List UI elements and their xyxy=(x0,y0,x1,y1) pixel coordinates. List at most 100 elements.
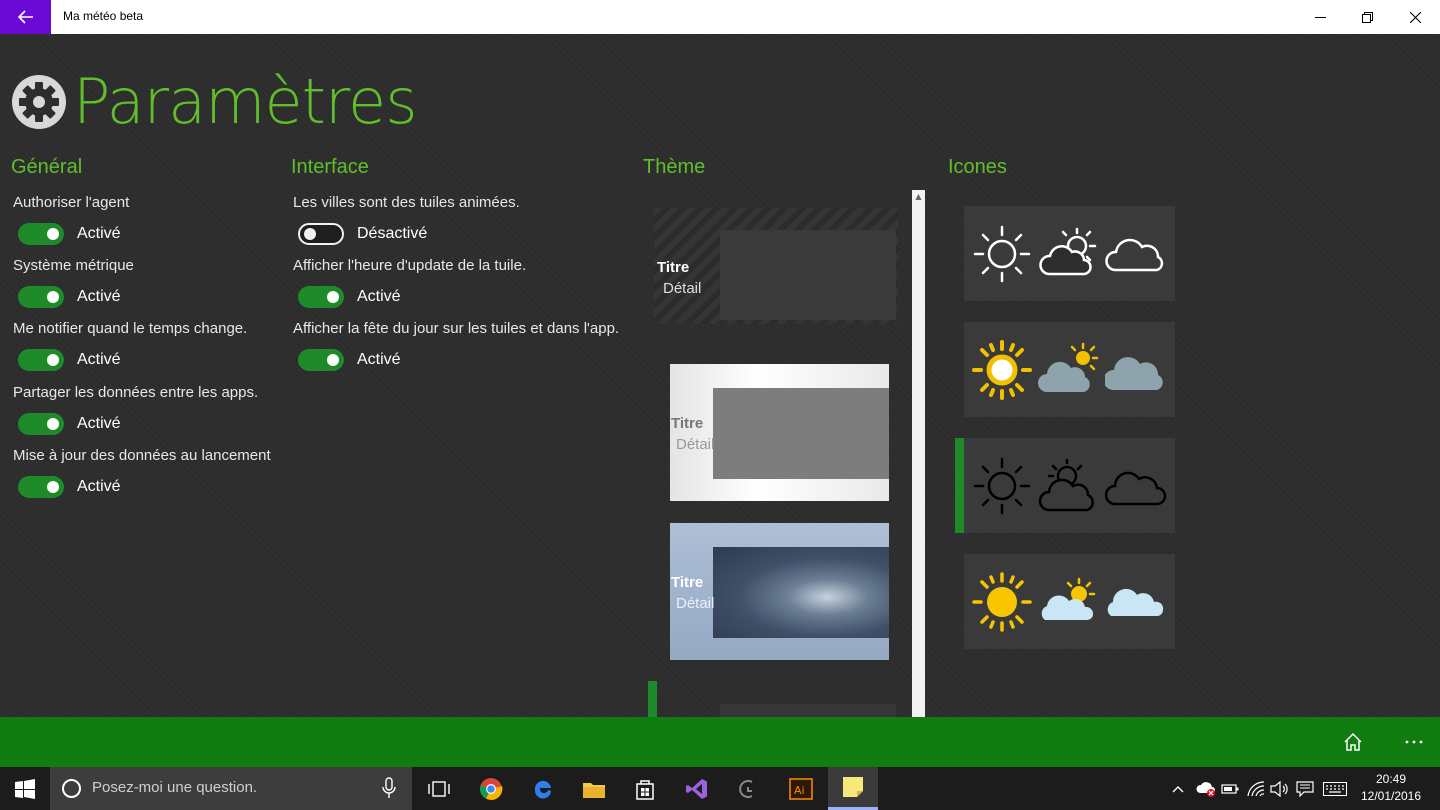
toggle-switch[interactable] xyxy=(298,349,344,371)
illustrator-taskbar-button[interactable]: Ai xyxy=(776,767,826,810)
more-button[interactable] xyxy=(1394,717,1434,767)
home-button[interactable] xyxy=(1333,717,1373,767)
close-icon xyxy=(1409,11,1421,23)
cloud-error-icon xyxy=(1196,781,1215,797)
sun-icon xyxy=(973,225,1031,282)
partly-cloudy-icon xyxy=(1039,227,1097,275)
setting-label-feast-day: Afficher la fête du jour sur les tuiles … xyxy=(293,320,620,337)
touch-keyboard-button[interactable] xyxy=(1320,767,1350,810)
chrome-taskbar-button[interactable] xyxy=(466,767,516,810)
svg-text:Ai: Ai xyxy=(794,784,805,797)
task-view-icon xyxy=(428,780,450,797)
toggle-state-text: Activé xyxy=(77,478,121,495)
store-icon xyxy=(636,779,654,800)
theme-preview-image xyxy=(713,547,889,638)
clock-time: 20:49 xyxy=(1375,772,1407,786)
visual-studio-taskbar-button[interactable] xyxy=(672,767,722,810)
toggle-update[interactable]: Activé xyxy=(18,476,121,498)
sticky-note-icon xyxy=(843,777,863,797)
toggle-animated-tiles[interactable]: Désactivé xyxy=(298,223,427,245)
toggle-switch[interactable] xyxy=(298,223,344,245)
sun-icon xyxy=(973,457,1031,514)
toggle-switch[interactable] xyxy=(298,286,344,308)
minimize-icon xyxy=(1314,16,1326,18)
icon-set-selected-indicator xyxy=(955,438,964,533)
edge-icon xyxy=(534,780,551,799)
clock-date: 12/01/2016 xyxy=(1360,789,1422,803)
theme-scrollbar[interactable]: ▲ xyxy=(912,190,925,717)
partly-cloudy-icon xyxy=(1038,342,1099,392)
toggle-share[interactable]: Activé xyxy=(18,413,121,435)
network-status-button[interactable] xyxy=(1193,767,1219,810)
toggle-state-text: Désactivé xyxy=(357,225,428,242)
gear-icon xyxy=(12,75,66,129)
theme-option-light[interactable]: Titre Détail xyxy=(670,364,889,501)
setting-label-update-time: Afficher l'heure d'update de la tuile. xyxy=(293,257,527,274)
toggle-agent[interactable]: Activé xyxy=(18,223,121,245)
theme-option-dark[interactable]: Titre Détail xyxy=(654,208,898,324)
sun-icon xyxy=(971,339,1032,400)
selection-indicator xyxy=(648,681,657,717)
toggle-switch[interactable] xyxy=(18,286,64,308)
battery-button[interactable] xyxy=(1219,767,1241,810)
microphone-icon[interactable] xyxy=(382,777,396,799)
theme-option-next[interactable] xyxy=(720,704,896,717)
icon-set-color-flat[interactable] xyxy=(964,322,1175,417)
wifi-button[interactable] xyxy=(1244,767,1268,810)
store-taskbar-button[interactable] xyxy=(620,767,670,810)
back-arrow-icon xyxy=(17,10,33,24)
icon-set-outline-black[interactable] xyxy=(964,438,1175,533)
toggle-switch[interactable] xyxy=(18,476,64,498)
keyboard-icon xyxy=(1323,781,1347,796)
partly-cloudy-icon xyxy=(1039,458,1095,511)
toggle-notify[interactable]: Activé xyxy=(18,349,121,371)
volume-button[interactable] xyxy=(1268,767,1292,810)
action-center-button[interactable] xyxy=(1293,767,1317,810)
edge-taskbar-button[interactable] xyxy=(518,767,568,810)
task-view-button[interactable] xyxy=(414,767,464,810)
section-title-theme: Thème xyxy=(643,156,706,178)
setting-label-update: Mise à jour des données au lancement xyxy=(13,447,271,464)
start-button[interactable] xyxy=(0,767,50,810)
theme-detail: Détail xyxy=(663,280,702,297)
theme-detail: Détail xyxy=(676,595,715,612)
search-box[interactable]: Posez-moi une question. xyxy=(50,767,412,810)
toggle-switch[interactable] xyxy=(18,349,64,371)
cloud-icon xyxy=(1105,238,1164,271)
icon-set-color-light[interactable] xyxy=(964,554,1175,649)
theme-title: Titre xyxy=(657,259,690,276)
visual-studio-icon xyxy=(686,778,707,799)
setting-label-notify: Me notifier quand le temps change. xyxy=(13,320,248,337)
toggle-state-text: Activé xyxy=(77,288,121,305)
cloud-icon xyxy=(1107,588,1164,616)
file-explorer-taskbar-button[interactable] xyxy=(569,767,619,810)
minimize-button[interactable] xyxy=(1297,0,1343,34)
toggle-update-time[interactable]: Activé xyxy=(298,286,401,308)
weather-app-taskbar-button[interactable] xyxy=(828,767,878,810)
clock[interactable]: 20:49 12/01/2016 xyxy=(1356,771,1426,805)
icon-set-outline-white[interactable] xyxy=(964,206,1175,301)
toggle-metric[interactable]: Activé xyxy=(18,286,121,308)
folder-icon xyxy=(583,782,605,798)
theme-list[interactable]: Titre Détail Titre Détail Titre Détail xyxy=(644,190,926,717)
show-hidden-icons-button[interactable] xyxy=(1168,767,1188,810)
close-button[interactable] xyxy=(1392,0,1438,34)
theme-option-sky[interactable]: Titre Détail xyxy=(670,523,889,660)
back-button[interactable] xyxy=(0,0,51,34)
chevron-up-icon xyxy=(1172,785,1184,792)
volume-icon xyxy=(1270,780,1288,797)
page-header: Paramètres xyxy=(11,64,418,140)
scroll-up-icon[interactable]: ▲ xyxy=(912,192,925,201)
theme-title: Titre xyxy=(671,574,704,591)
toggle-switch[interactable] xyxy=(18,413,64,435)
theme-title: Titre xyxy=(671,415,704,432)
restore-button[interactable] xyxy=(1344,0,1390,34)
battery-icon xyxy=(1221,783,1239,794)
app-taskbar-button[interactable] xyxy=(722,767,772,810)
cortana-icon xyxy=(62,779,81,798)
more-icon xyxy=(1405,740,1423,744)
toggle-switch[interactable] xyxy=(18,223,64,245)
taskbar: Posez-moi une question. Ai 20:49 12/01/2… xyxy=(0,767,1440,810)
toggle-feast-day[interactable]: Activé xyxy=(298,349,401,371)
section-title-general: Général xyxy=(11,156,83,178)
